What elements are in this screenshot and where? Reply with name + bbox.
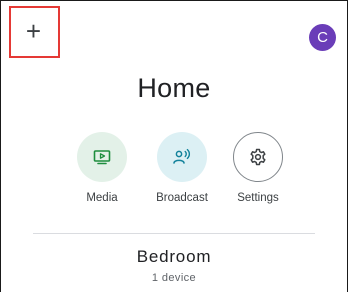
account-avatar[interactable]: C: [309, 24, 336, 51]
media-label: Media: [86, 192, 118, 204]
add-button[interactable]: +: [9, 6, 60, 58]
avatar-initial: C: [317, 29, 328, 46]
broadcast-label: Broadcast: [156, 192, 208, 204]
broadcast-button[interactable]: Broadcast: [140, 132, 224, 204]
gear-icon: [250, 148, 266, 166]
settings-icon-circle: [233, 132, 283, 182]
room-device-count: 1 device: [151, 272, 197, 284]
media-icon: [93, 150, 111, 165]
room-name[interactable]: Bedroom: [1, 247, 347, 267]
media-button[interactable]: Media: [60, 132, 144, 204]
broadcast-icon: [173, 148, 191, 164]
settings-button[interactable]: Settings: [216, 132, 300, 204]
broadcast-icon-circle: [157, 132, 207, 182]
settings-label: Settings: [237, 192, 279, 204]
plus-icon: +: [25, 16, 42, 46]
page-title: Home: [137, 73, 211, 103]
media-icon-circle: [77, 132, 127, 182]
divider: [33, 233, 315, 234]
app-screen: + C Home Media Broadcast Settings Bedroo…: [0, 0, 348, 292]
